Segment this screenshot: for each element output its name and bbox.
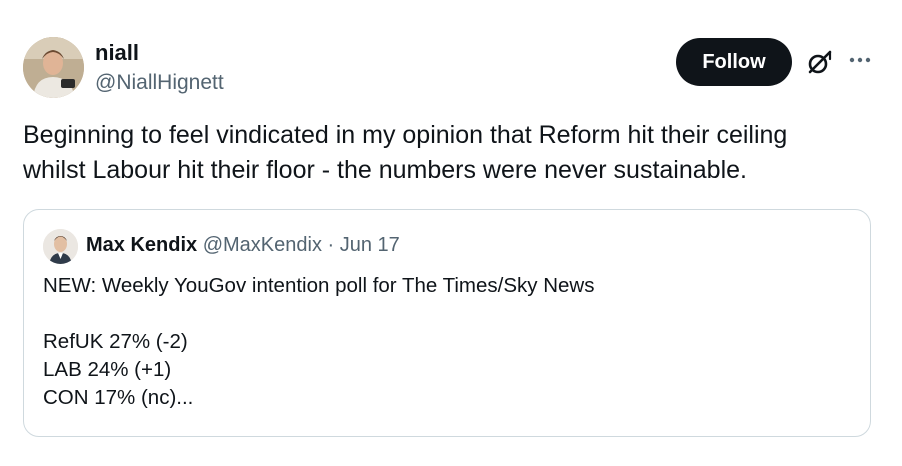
quoted-text-line: LAB 24% (+1) bbox=[43, 358, 172, 381]
quoted-author-name: Max Kendix bbox=[86, 234, 198, 256]
quoted-header: Max Kendix @MaxKendix · Jun 17 bbox=[86, 232, 400, 258]
quoted-text: NEW: Weekly YouGov intention poll for Th… bbox=[43, 272, 594, 412]
quoted-date: · Jun 17 bbox=[327, 234, 400, 256]
tweet-text-line: Beginning to feel vindicated in my opini… bbox=[23, 121, 788, 149]
quoted-text-line: NEW: Weekly YouGov intention poll for Th… bbox=[43, 274, 595, 297]
author-avatar[interactable] bbox=[23, 37, 84, 98]
tweet-text-line: whilst Labour hit their floor - the numb… bbox=[23, 156, 747, 184]
quoted-text-line bbox=[43, 300, 594, 328]
grok-icon[interactable] bbox=[804, 48, 834, 78]
quoted-author-avatar bbox=[43, 229, 78, 264]
author-name[interactable]: niall bbox=[95, 40, 139, 66]
quoted-text-line: RefUK 27% (-2) bbox=[43, 330, 188, 353]
tweet-text: Beginning to feel vindicated in my opini… bbox=[23, 118, 873, 188]
quoted-tweet-card[interactable]: Max Kendix @MaxKendix · Jun 17 NEW: Week… bbox=[23, 209, 871, 437]
quoted-author-handle: @MaxKendix bbox=[202, 234, 322, 256]
more-dots-icon[interactable] bbox=[847, 47, 873, 73]
author-handle[interactable]: @NiallHignett bbox=[95, 70, 224, 96]
quoted-text-line: CON 17% (nc)... bbox=[43, 386, 194, 409]
follow-button[interactable]: Follow bbox=[676, 38, 792, 86]
